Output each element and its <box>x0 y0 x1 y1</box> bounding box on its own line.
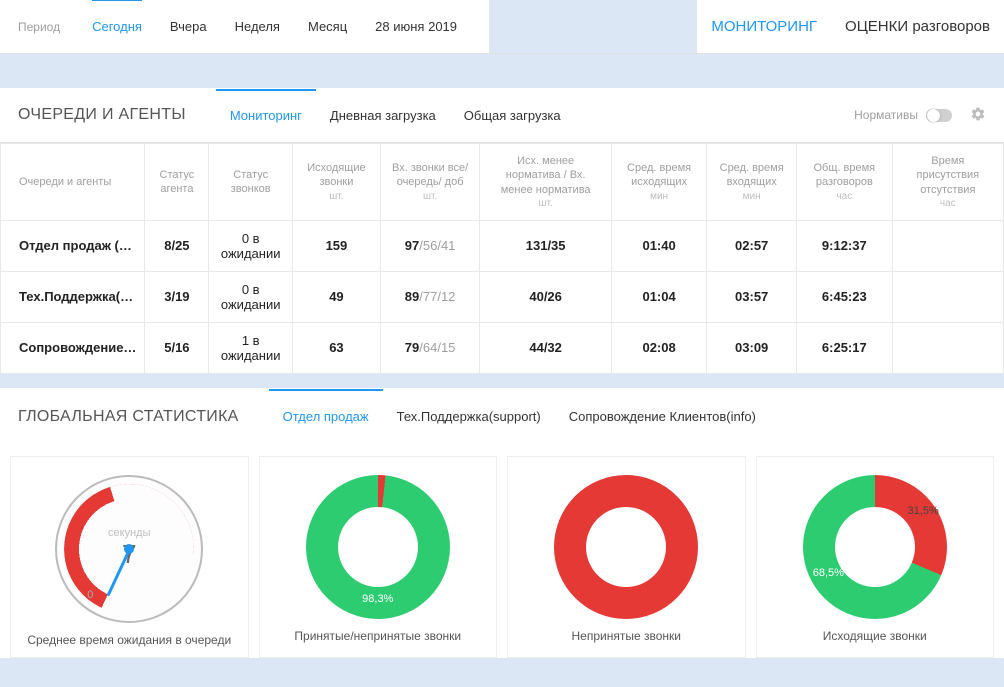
queues-section-head: ОЧЕРЕДИ И АГЕНТЫ Мониторинг Дневная загр… <box>0 88 1004 143</box>
gauge-zero: 0 <box>87 589 93 601</box>
cell-name: Отдел продаж (… <box>1 220 145 271</box>
cell-avg-out: 01:04 <box>611 271 706 322</box>
table-row[interactable]: Сопровождение…5/161 в ожидании6379/64/15… <box>1 322 1004 373</box>
card-avg-wait: секунды 7 0 Среднее время ожидания в оче… <box>10 456 249 658</box>
col-total: Общ. время разговоровчас <box>797 144 893 221</box>
queues-subtab-total[interactable]: Общая загрузка <box>450 90 575 141</box>
card-outgoing: 31,5% 68,5% Исходящие звонки <box>756 456 995 658</box>
card-accepted-label: Принятые/непринятые звонки <box>268 629 489 643</box>
cell-total: 9:12:37 <box>797 220 893 271</box>
cell-avg-in: 03:57 <box>707 271 797 322</box>
topbar: Период Сегодня Вчера Неделя Месяц 28 июн… <box>0 0 1004 54</box>
cell-norm: 131/35 <box>480 220 611 271</box>
col-avg-out: Сред. время исходящихмин <box>611 144 706 221</box>
col-incoming: Вх. звонки все/ очередь/ добшт. <box>380 144 480 221</box>
donut-out-pct-a: 68,5% <box>813 567 844 579</box>
table-row[interactable]: Отдел продаж (…8/250 в ожидании15997/56/… <box>1 220 1004 271</box>
col-outgoing: Исходящие звонкишт. <box>293 144 381 221</box>
cell-presence <box>892 322 1003 373</box>
gear-icon[interactable] <box>970 106 986 125</box>
cell-avg-in: 03:09 <box>707 322 797 373</box>
period-tab-yesterday[interactable]: Вчера <box>170 0 207 53</box>
card-avg-wait-label: Среднее время ожидания в очереди <box>19 633 240 647</box>
donut-missed <box>554 475 698 619</box>
cell-agent: 8/25 <box>145 220 209 271</box>
cell-norm: 44/32 <box>480 322 611 373</box>
cell-name: Сопровождение… <box>1 322 145 373</box>
cell-avg-in: 02:57 <box>707 220 797 271</box>
queues-table: Очереди и агенты Статус агента Статус зв… <box>0 143 1004 374</box>
period-tab-date[interactable]: 28 июня 2019 <box>375 0 457 53</box>
top-nav-tabs: МОНИТОРИНГ ОЦЕНКИ разговоров <box>697 0 1004 53</box>
cell-in: 89/77/12 <box>380 271 480 322</box>
stat-cards: секунды 7 0 Среднее время ожидания в оче… <box>0 446 1004 658</box>
queues-subtab-monitoring[interactable]: Мониторинг <box>216 90 316 141</box>
cell-avg-out: 01:40 <box>611 220 706 271</box>
cell-total: 6:25:17 <box>797 322 893 373</box>
period-tabs: Период Сегодня Вчера Неделя Месяц 28 июн… <box>0 0 489 53</box>
col-presence: Время присутствия отсутствиячас <box>892 144 1003 221</box>
gauge-unit: секунды <box>108 527 150 539</box>
period-tab-week[interactable]: Неделя <box>235 0 280 53</box>
table-row[interactable]: Тех.Поддержка(…3/190 в ожидании4989/77/1… <box>1 271 1004 322</box>
donut-outgoing: 31,5% 68,5% <box>803 475 947 619</box>
donut-out-pct-b: 31,5% <box>908 505 939 517</box>
norms-toggle[interactable] <box>926 109 952 122</box>
cell-presence <box>892 271 1003 322</box>
cell-call-status: 0 в ожидании <box>209 220 293 271</box>
col-avg-in: Сред. время входящихмин <box>707 144 797 221</box>
cell-call-status: 0 в ожидании <box>209 271 293 322</box>
global-stats-head: ГЛОБАЛЬНАЯ СТАТИСТИКА Отдел продаж Тех.П… <box>0 388 1004 446</box>
period-label: Период <box>18 20 60 34</box>
col-agent-status: Статус агента <box>145 144 209 221</box>
gs-tab-support[interactable]: Тех.Поддержка(support) <box>383 389 555 444</box>
col-call-status: Статус звонков <box>209 144 293 221</box>
tab-ratings[interactable]: ОЦЕНКИ разговоров <box>831 0 1004 53</box>
cell-presence <box>892 220 1003 271</box>
cell-total: 6:45:23 <box>797 271 893 322</box>
cell-out: 63 <box>293 322 381 373</box>
cell-in: 79/64/15 <box>380 322 480 373</box>
gs-tab-sales[interactable]: Отдел продаж <box>269 389 383 444</box>
card-missed: Непринятые звонки <box>507 456 746 658</box>
tab-monitoring[interactable]: МОНИТОРИНГ <box>697 0 831 53</box>
cell-agent: 5/16 <box>145 322 209 373</box>
cell-call-status: 1 в ожидании <box>209 322 293 373</box>
gs-tab-info[interactable]: Сопровождение Клиентов(info) <box>555 389 770 444</box>
card-missed-label: Непринятые звонки <box>516 629 737 643</box>
cell-agent: 3/19 <box>145 271 209 322</box>
card-outgoing-label: Исходящие звонки <box>765 629 986 643</box>
card-accepted: 98,3% Принятые/непринятые звонки <box>259 456 498 658</box>
global-stats-title: ГЛОБАЛЬНАЯ СТАТИСТИКА <box>18 388 269 446</box>
cell-out: 49 <box>293 271 381 322</box>
period-tab-today[interactable]: Сегодня <box>92 0 142 53</box>
cell-norm: 40/26 <box>480 271 611 322</box>
queues-title: ОЧЕРЕДИ И АГЕНТЫ <box>18 88 216 142</box>
donut-accepted: 98,3% <box>306 475 450 619</box>
queues-subtab-daily[interactable]: Дневная загрузка <box>316 90 450 141</box>
col-norm: Исх. менее норматива / Вх. менее нормати… <box>480 144 611 221</box>
gauge-chart: секунды 7 0 <box>55 475 203 623</box>
norms-label: Нормативы <box>854 108 918 122</box>
period-tab-month[interactable]: Месяц <box>308 0 347 53</box>
col-name: Очереди и агенты <box>1 144 145 221</box>
donut-accepted-pct: 98,3% <box>362 593 393 605</box>
cell-name: Тех.Поддержка(… <box>1 271 145 322</box>
cell-avg-out: 02:08 <box>611 322 706 373</box>
cell-in: 97/56/41 <box>380 220 480 271</box>
cell-out: 159 <box>293 220 381 271</box>
